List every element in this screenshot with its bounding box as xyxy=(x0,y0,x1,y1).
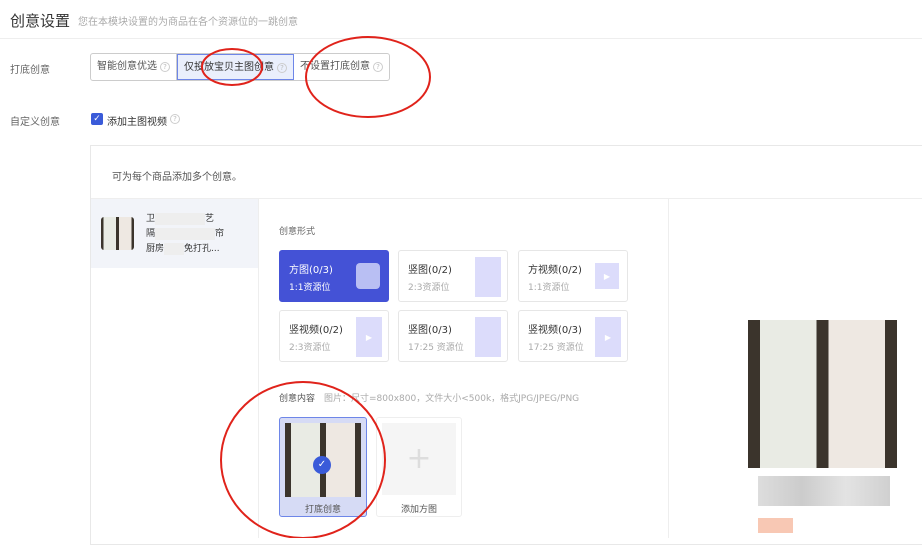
annotation-circle xyxy=(201,48,263,86)
annotation-circle xyxy=(220,381,386,538)
annotation-overlay xyxy=(201,36,431,538)
annotation-circle xyxy=(305,36,431,118)
